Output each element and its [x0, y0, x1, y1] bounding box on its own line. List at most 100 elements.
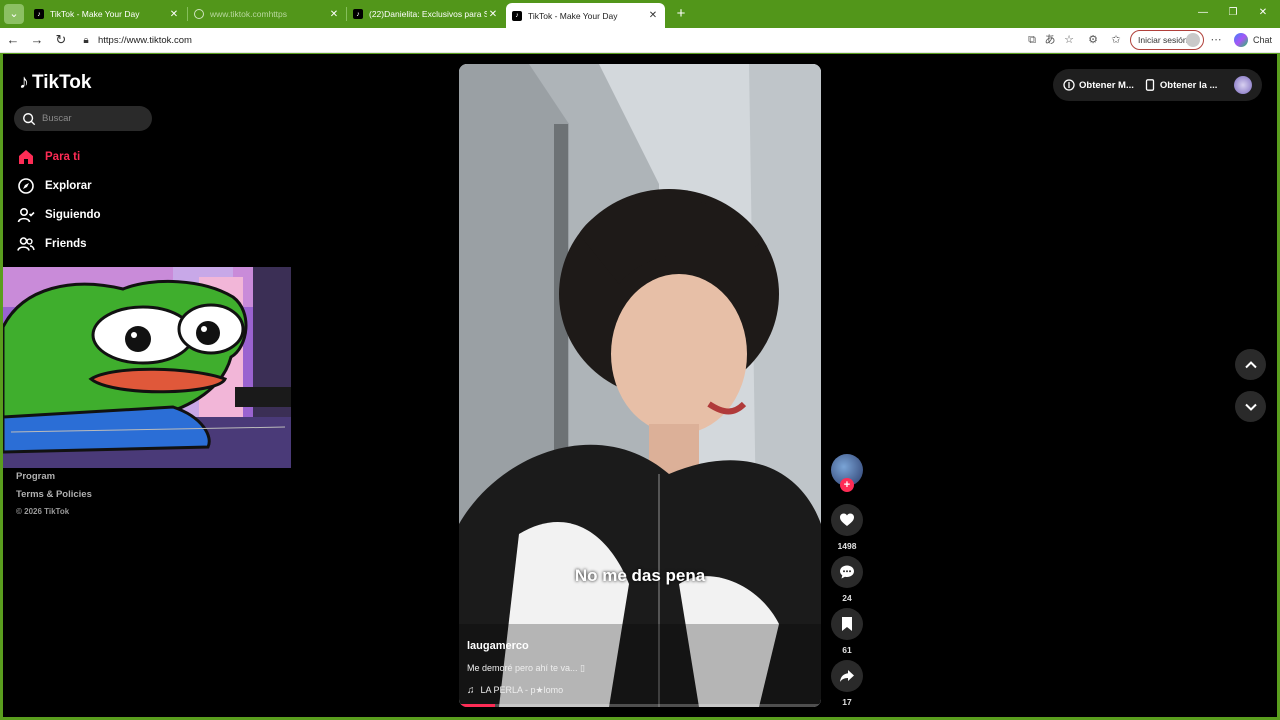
- reload-button[interactable]: ↻: [52, 31, 70, 49]
- chevron-down-icon: [1244, 403, 1257, 411]
- globe-favicon-icon: [194, 9, 204, 19]
- sidebar-footer: Program Terms & Policies © 2026 TikTok: [16, 471, 92, 523]
- save-button[interactable]: [831, 608, 863, 640]
- close-tab-icon[interactable]: ✕: [168, 9, 180, 20]
- save-count: 61: [842, 645, 852, 655]
- tab-actions-menu-button[interactable]: ⌄: [4, 4, 24, 24]
- site-info-icon[interactable]: 🔒︎: [80, 35, 92, 47]
- get-coins-button[interactable]: Obtener M...: [1063, 79, 1134, 91]
- tab-title: www.tiktok.comhttps: [210, 9, 287, 19]
- forward-button[interactable]: →: [28, 31, 46, 49]
- sidebar-item-label: Friends: [45, 237, 87, 250]
- share-action: 17: [831, 660, 863, 707]
- following-icon: [17, 206, 35, 224]
- share-button[interactable]: [831, 660, 863, 692]
- sidebar-nav: Para ti Explorar Siguiendo Friends: [17, 142, 101, 258]
- tiktok-favicon-icon: ♪: [34, 9, 44, 19]
- url-text: https://www.tiktok.com: [98, 35, 192, 46]
- comment-action: 24: [831, 556, 863, 603]
- tiktok-page: ♪ TikTok Para ti Explorar Siguiendo: [3, 54, 1277, 717]
- translate-icon[interactable]: あ: [1042, 32, 1058, 48]
- tab-title: TikTok - Make Your Day: [528, 10, 618, 21]
- program-link[interactable]: Program: [16, 471, 92, 482]
- friends-icon: [17, 235, 35, 253]
- sidebar-item-para-ti[interactable]: Para ti: [17, 142, 101, 171]
- top-right-toolbar: Obtener M... Obtener la ...: [1053, 69, 1262, 101]
- open-in-app-icon[interactable]: ⧉: [1024, 32, 1040, 48]
- minimize-button[interactable]: —: [1188, 4, 1218, 22]
- phone-icon: [1144, 79, 1156, 91]
- sidebar-item-label: Para ti: [45, 150, 81, 163]
- close-tab-icon[interactable]: ✕: [328, 9, 340, 20]
- user-profile-avatar[interactable]: [1234, 76, 1252, 94]
- browser-tab-1[interactable]: ♪ TikTok - Make Your Day ✕: [28, 3, 186, 25]
- tab-title: (22)Danielita: Exclusivos para Susc: [369, 9, 487, 19]
- share-count: 17: [842, 697, 852, 707]
- copilot-chat-button[interactable]: Chat: [1234, 32, 1272, 48]
- search-box: [14, 106, 152, 131]
- terms-link[interactable]: Terms & Policies: [16, 489, 92, 500]
- comment-count: 24: [842, 593, 852, 603]
- follow-plus-icon[interactable]: +: [840, 478, 854, 492]
- search-icon: [23, 112, 36, 125]
- tiktok-note-icon: ♪: [19, 71, 29, 93]
- back-button[interactable]: ←: [4, 31, 22, 49]
- sign-in-button[interactable]: Iniciar sesión: [1130, 30, 1204, 50]
- browser-tab-4-active[interactable]: ♪ TikTok - Make Your Day ✕: [506, 3, 665, 28]
- video-music[interactable]: ♫ LA PERLA - p★lomo: [467, 685, 563, 696]
- pepe-frog-illustration: [3, 267, 291, 468]
- next-video-button[interactable]: [1235, 391, 1266, 422]
- sidebar-item-siguiendo[interactable]: Siguiendo: [17, 200, 101, 229]
- sidebar-item-label: Siguiendo: [45, 208, 101, 221]
- copilot-icon: [1234, 33, 1248, 47]
- like-action: 1498: [831, 504, 863, 551]
- tab-title: TikTok - Make Your Day: [50, 9, 140, 19]
- browser-tab-2[interactable]: www.tiktok.comhttps ✕: [188, 3, 346, 25]
- extensions-icon[interactable]: ⚙: [1085, 32, 1101, 48]
- logo-text: TikTok: [32, 71, 92, 93]
- tiktok-logo[interactable]: ♪ TikTok: [19, 71, 91, 94]
- close-tab-icon[interactable]: ✕: [647, 10, 659, 21]
- video-frame-image: [459, 64, 821, 707]
- comment-icon: [840, 565, 854, 579]
- get-app-button[interactable]: Obtener la ...: [1144, 79, 1218, 91]
- favorite-star-icon[interactable]: ☆: [1061, 32, 1077, 48]
- heart-icon: [840, 513, 854, 526]
- share-icon: [840, 670, 854, 682]
- url-field[interactable]: 🔒︎ https://www.tiktok.com: [74, 30, 1100, 51]
- close-window-button[interactable]: ✕: [1248, 4, 1278, 22]
- video-player[interactable]: No me das pena laugamerco Me demoré pero…: [459, 64, 821, 707]
- home-icon: [17, 148, 35, 166]
- music-note-icon: ♫: [467, 685, 475, 696]
- get-app-label: Obtener la ...: [1159, 79, 1218, 91]
- video-progress-fill: [459, 704, 496, 707]
- music-title: LA PERLA - p★lomo: [480, 685, 564, 695]
- sidebar-item-explorar[interactable]: Explorar: [17, 171, 101, 200]
- chat-label: Chat: [1253, 35, 1273, 45]
- profile-avatar-icon: [1186, 33, 1200, 47]
- address-bar-row: ← → ↻ 🔒︎ https://www.tiktok.com ⧉ あ ☆ ⚙ …: [0, 28, 1280, 53]
- close-tab-icon[interactable]: ✕: [487, 9, 499, 20]
- favorites-list-icon[interactable]: ✩: [1108, 32, 1124, 48]
- creator-avatar[interactable]: +: [831, 454, 863, 492]
- sidebar-item-label: Explorar: [45, 179, 92, 192]
- save-action: 61: [831, 608, 863, 655]
- get-coins-label: Obtener M...: [1079, 79, 1134, 91]
- like-button[interactable]: [831, 504, 863, 536]
- video-username[interactable]: laugamerco: [467, 640, 529, 652]
- new-tab-button[interactable]: +: [672, 5, 690, 23]
- browser-tab-3[interactable]: ♪ (22)Danielita: Exclusivos para Susc ✕: [347, 3, 505, 25]
- chevron-up-icon: [1244, 360, 1257, 368]
- comment-button[interactable]: [831, 556, 863, 588]
- video-caption: No me das pena: [574, 566, 706, 585]
- video-progress-bar[interactable]: [459, 704, 821, 707]
- coin-icon: [1063, 79, 1075, 91]
- copyright-text: © 2026 TikTok: [16, 507, 70, 516]
- more-menu-icon[interactable]: ⋯: [1208, 32, 1224, 48]
- maximize-button[interactable]: ❐: [1218, 4, 1248, 22]
- search-input[interactable]: [42, 113, 142, 124]
- sidebar-item-friends[interactable]: Friends: [17, 229, 101, 258]
- sign-in-label: Iniciar sesión: [1138, 35, 1188, 45]
- compass-icon: [17, 177, 35, 195]
- previous-video-button[interactable]: [1235, 349, 1266, 380]
